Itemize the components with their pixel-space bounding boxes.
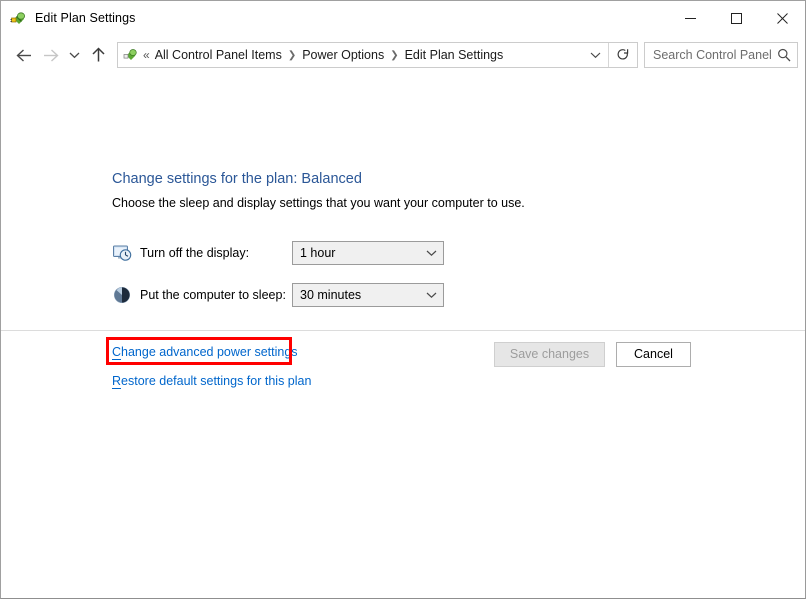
window-title: Edit Plan Settings	[35, 11, 136, 25]
breadcrumb-item-all-control-panel-items[interactable]: All Control Panel Items	[155, 48, 282, 62]
maximize-icon	[730, 12, 742, 24]
link-text: estore default settings for this plan	[121, 374, 312, 388]
content-empty-area	[1, 377, 805, 598]
power-options-icon	[123, 49, 137, 60]
recent-locations-button[interactable]	[63, 41, 85, 69]
maximize-button[interactable]	[713, 1, 759, 35]
up-button[interactable]	[85, 41, 111, 69]
refresh-button[interactable]	[609, 43, 637, 67]
power-plug-icon	[10, 11, 25, 24]
breadcrumb-separator-icon: ❯	[287, 49, 297, 61]
breadcrumb-item-power-options[interactable]: Power Options	[302, 48, 384, 62]
back-button[interactable]	[11, 41, 37, 69]
combo-value-put-computer-to-sleep: 30 minutes	[300, 288, 362, 302]
magnifier-icon	[778, 48, 791, 62]
link-restore-default-settings[interactable]: Restore default settings for this plan	[112, 374, 312, 389]
sleep-moon-icon	[113, 286, 131, 304]
breadcrumb-overflow[interactable]: «	[143, 48, 150, 62]
setting-row-put-computer-to-sleep: Put the computer to sleep:	[112, 283, 320, 307]
address-dropdown-button[interactable]	[582, 43, 608, 67]
combo-put-computer-to-sleep[interactable]: 30 minutes	[292, 283, 444, 307]
breadcrumb-separator-icon: ❯	[390, 49, 399, 61]
forward-button[interactable]	[37, 41, 63, 69]
search-icon[interactable]	[771, 48, 797, 62]
navigation-bar: « All Control Panel Items ❯ Power Option…	[1, 35, 805, 75]
chevron-down-icon[interactable]	[419, 291, 443, 299]
save-changes-button[interactable]: Save changes	[494, 341, 605, 367]
setting-row-turn-off-display: Turn off the display:	[112, 241, 320, 265]
window-controls	[667, 1, 805, 35]
minimize-icon	[684, 17, 696, 19]
display-clock-icon	[113, 245, 132, 261]
minimize-button[interactable]	[667, 1, 713, 35]
close-icon	[776, 12, 788, 24]
close-button[interactable]	[759, 1, 805, 35]
refresh-icon	[617, 49, 629, 60]
back-arrow-icon	[15, 48, 31, 62]
chevron-down-icon[interactable]	[419, 249, 443, 257]
link-text: hange advanced power settings	[121, 345, 298, 359]
search-box[interactable]: Search Control Panel	[644, 42, 798, 68]
page-title: Change settings for the plan: Balanced	[112, 171, 362, 187]
link-mnemonic: C	[112, 345, 122, 360]
combo-value-turn-off-display: 1 hour	[300, 246, 336, 260]
chevron-down-icon	[69, 52, 79, 59]
up-arrow-icon	[91, 47, 105, 62]
page-subtitle: Choose the sleep and display settings th…	[112, 196, 525, 210]
search-input[interactable]: Search Control Panel	[645, 48, 771, 62]
plan-settings-panel: Change settings for the plan: Balanced C…	[1, 75, 805, 389]
chevron-down-glyph	[426, 292, 436, 299]
chevron-down-glyph	[426, 250, 436, 257]
edit-plan-settings-window: Edit Plan Settings « All Control Panel I…	[0, 0, 806, 599]
breadcrumb-item-edit-plan-settings[interactable]: Edit Plan Settings	[405, 48, 504, 62]
address-bar[interactable]: « All Control Panel Items ❯ Power Option…	[117, 42, 638, 68]
title-bar: Edit Plan Settings	[1, 1, 805, 35]
content-area: Change settings for the plan: Balanced C…	[1, 75, 805, 598]
cancel-button[interactable]: Cancel	[616, 341, 691, 367]
link-mnemonic: R	[112, 374, 122, 389]
combo-turn-off-display[interactable]: 1 hour	[292, 241, 444, 265]
link-change-advanced-power-settings[interactable]: Change advanced power settings	[112, 345, 298, 360]
forward-arrow-icon	[43, 48, 59, 62]
chevron-down-icon	[590, 52, 600, 59]
